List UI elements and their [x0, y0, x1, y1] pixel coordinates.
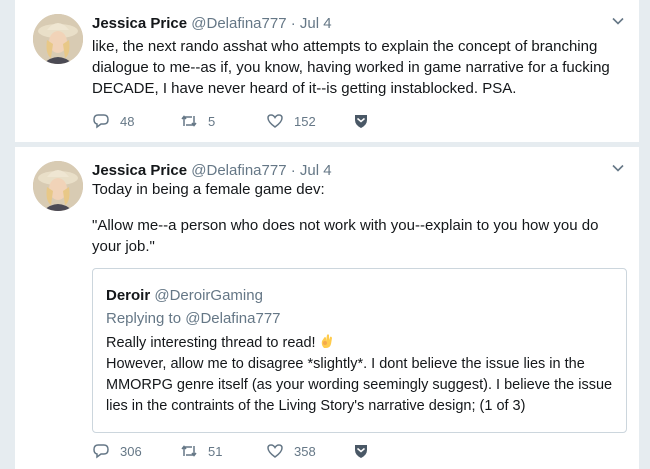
retweet-count: 51: [208, 443, 223, 459]
retweet-button[interactable]: 51: [180, 440, 266, 462]
quoted-author-name[interactable]: Deroir: [106, 287, 150, 304]
tweet-text: Today in being a female game dev:: [92, 181, 325, 198]
reply-button[interactable]: 306: [92, 440, 180, 462]
quoted-text-line2: However, allow me to disagree *slightly*…: [106, 356, 613, 414]
reply-icon: [93, 114, 109, 129]
tweet-text: like, the next rando asshat who attempts…: [92, 38, 610, 97]
timestamp[interactable]: Jul 4: [300, 162, 332, 179]
replying-to-handle[interactable]: @Delafina777: [185, 310, 280, 327]
reply-icon: [93, 444, 109, 459]
reply-button[interactable]: 48: [92, 110, 180, 132]
quoted-tweet[interactable]: Deroir @DeroirGaming Replying to @Delafi…: [92, 268, 627, 433]
timeline: Jessica Price @Delafina777 · Jul 4 like,…: [0, 0, 650, 469]
replying-to: Replying to @Delafina777: [106, 309, 281, 329]
retweet-count: 5: [208, 113, 216, 129]
tweet[interactable]: Jessica Price @Delafina777 · Jul 4 Today…: [14, 146, 640, 469]
like-icon: [267, 444, 283, 458]
avatar[interactable]: [33, 161, 83, 211]
like-button[interactable]: 358: [266, 440, 352, 462]
like-icon: [267, 114, 283, 128]
chevron-down-icon[interactable]: [611, 161, 625, 175]
direct-message-button[interactable]: [352, 440, 370, 462]
retweet-icon: [181, 445, 197, 457]
author-handle[interactable]: @Delafina777: [191, 15, 286, 32]
direct-message-icon: [355, 115, 367, 128]
quoted-tweet-text: Really interesting thread to read! Howev…: [106, 333, 616, 417]
tweet-text: "Allow me--a person who does not work wi…: [92, 217, 599, 255]
chevron-down-icon[interactable]: [611, 14, 625, 28]
like-button[interactable]: 152: [266, 110, 352, 132]
quoted-text-line1: Really interesting thread to read!: [106, 335, 316, 351]
tweet-header: Jessica Price @Delafina777 · Jul 4: [92, 14, 609, 34]
separator: ·: [290, 162, 296, 179]
tweet-header: Jessica Price @Delafina777 · Jul 4: [92, 161, 609, 181]
quoted-tweet-header: Deroir @DeroirGaming: [106, 286, 263, 306]
direct-message-button[interactable]: [352, 110, 370, 132]
retweet-button[interactable]: 5: [180, 110, 266, 132]
tweet-actions: 306 51 358: [92, 440, 370, 462]
author-name[interactable]: Jessica Price: [92, 15, 187, 32]
reply-count: 48: [120, 113, 135, 129]
ok-hand-emoji: [320, 333, 334, 349]
reply-count: 306: [120, 443, 142, 459]
tweet[interactable]: Jessica Price @Delafina777 · Jul 4 like,…: [14, 0, 640, 143]
tweet-actions: 48 5 152: [92, 110, 370, 132]
avatar[interactable]: [33, 14, 83, 64]
like-count: 152: [294, 113, 316, 129]
direct-message-icon: [355, 445, 367, 458]
author-handle[interactable]: @Delafina777: [191, 162, 286, 179]
timestamp[interactable]: Jul 4: [300, 15, 332, 32]
author-name[interactable]: Jessica Price: [92, 162, 187, 179]
retweet-icon: [181, 115, 197, 127]
quoted-author-handle[interactable]: @DeroirGaming: [154, 287, 263, 304]
replying-to-label: Replying to: [106, 310, 182, 327]
separator: ·: [290, 15, 296, 32]
like-count: 358: [294, 443, 316, 459]
